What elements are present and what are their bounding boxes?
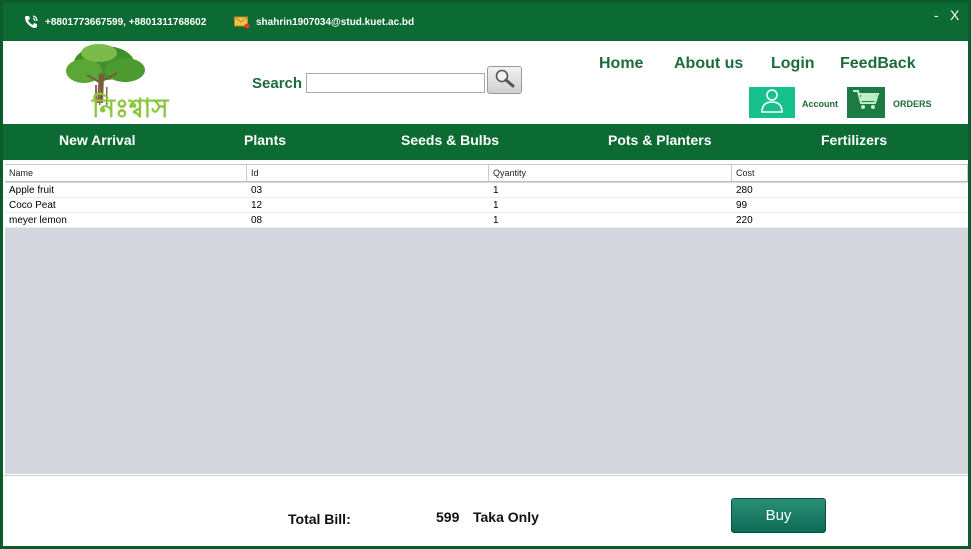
column-header-cost[interactable]: Cost [732,165,968,182]
app-window: +8801773667599, +8801311768602 shahrin19… [0,0,971,549]
cell-name: Apple fruit [9,185,55,196]
column-header-id[interactable]: Id [247,165,489,182]
nav-login[interactable]: Login [771,55,815,73]
phone-contact: +8801773667599, +8801311768602 [23,3,206,41]
column-header-name[interactable]: Name [5,165,247,182]
cell-quantity: 1 [493,215,499,226]
orders-label[interactable]: ORDERS [893,99,932,109]
cell-quantity: 1 [493,200,499,211]
nav-feedback[interactable]: FeedBack [840,55,916,73]
magnifier-icon [494,68,516,93]
cell-quantity: 1 [493,185,499,196]
category-bar: New Arrival Plants Seeds & Bulbs Pots & … [3,124,968,160]
category-fertilizers[interactable]: Fertilizers [821,124,887,160]
search-button[interactable] [487,66,522,94]
phone-icon [23,14,39,30]
cell-name: meyer lemon [9,215,67,226]
account-button[interactable] [749,87,795,118]
close-button[interactable]: X [950,7,959,23]
email-contact: shahrin1907034@stud.kuet.ac.bd [234,3,414,41]
phone-numbers: +8801773667599, +8801311768602 [45,16,207,28]
total-bill-label: Total Bill: [288,511,351,527]
table-row[interactable]: meyer lemon 08 1 220 [5,213,968,228]
bill-footer: Total Bill: 599 Taka Only Buy [3,475,968,546]
brand-logo[interactable]: নিঃশ্বাস [59,43,189,124]
nav-home[interactable]: Home [599,55,643,73]
cell-cost: 280 [736,185,753,196]
orders-button[interactable] [847,87,885,118]
mail-icon [234,14,250,30]
minimize-button[interactable]: - [934,7,939,23]
search-label: Search [252,75,303,92]
cart-icon [851,88,881,117]
header: নিঃশ্বাস Search Home About us Login Feed… [3,41,968,124]
table-row[interactable]: Apple fruit 03 1 280 [5,183,968,198]
column-header-quantity[interactable]: Qyantity [489,165,732,182]
buy-button[interactable]: Buy [731,498,826,533]
cell-id: 08 [251,215,263,226]
cell-name: Coco Peat [9,200,56,211]
cell-cost: 99 [736,200,748,211]
cell-id: 12 [251,200,263,211]
cell-cost: 220 [736,215,753,226]
cell-id: 03 [251,185,263,196]
user-icon [759,87,785,118]
email-address: shahrin1907034@stud.kuet.ac.bd [256,16,415,28]
search-input[interactable] [306,73,485,93]
nav-about-us[interactable]: About us [674,55,743,73]
category-pots-planters[interactable]: Pots & Planters [608,124,711,160]
account-label[interactable]: Account [802,99,838,109]
category-plants[interactable]: Plants [244,124,286,160]
total-bill-suffix: Taka Only [473,509,539,525]
category-seeds-bulbs[interactable]: Seeds & Bulbs [401,124,499,160]
brand-logo-text: নিঃশ্বাস [91,92,169,121]
table-row[interactable]: Coco Peat 12 1 99 [5,198,968,213]
contact-bar: +8801773667599, +8801311768602 shahrin19… [3,3,968,41]
total-bill-value: 599 [436,509,460,525]
cart-table[interactable]: Name Id Qyantity Cost Apple fruit 03 1 2… [5,164,968,474]
table-header: Name Id Qyantity Cost [5,165,968,182]
category-new-arrival[interactable]: New Arrival [59,124,136,160]
